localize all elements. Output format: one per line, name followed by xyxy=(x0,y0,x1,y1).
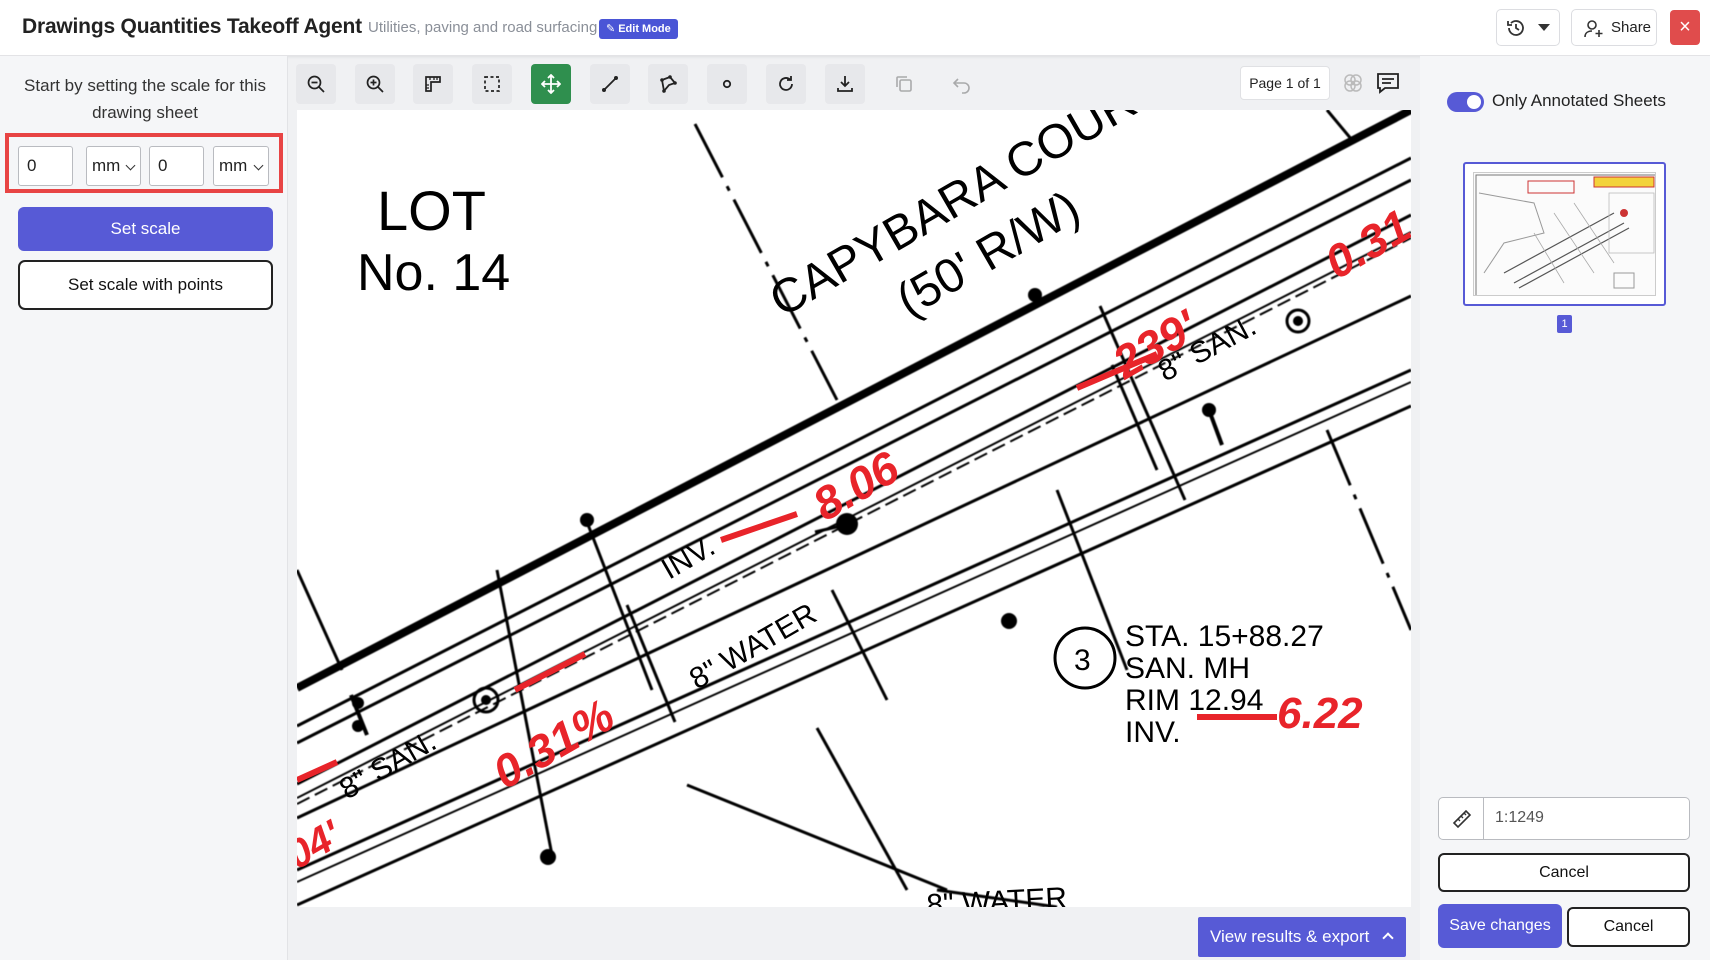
scale-real-unit-value: mm xyxy=(219,156,248,175)
share-button[interactable]: Share xyxy=(1571,9,1657,46)
toggle-knob xyxy=(1467,95,1481,109)
station-line-3: RIM 12.94 xyxy=(1125,684,1263,717)
station-line-1: STA. 15+88.27 xyxy=(1125,620,1324,653)
water-label-bottom: 8" WATER xyxy=(926,882,1068,907)
edit-mode-label: Edit Mode xyxy=(618,23,671,35)
set-scale-with-points-button[interactable]: Set scale with points xyxy=(18,260,273,310)
pan-move-button[interactable] xyxy=(531,64,571,104)
app-root: Drawings Quantities Takeoff Agent Utilit… xyxy=(0,0,1710,960)
only-annotated-label: Only Annotated Sheets xyxy=(1492,91,1666,110)
scale-instruction: Start by setting the scale for this draw… xyxy=(24,76,266,122)
elevation-red: 239' xyxy=(1103,299,1208,389)
close-button[interactable]: × xyxy=(1670,10,1700,45)
sheet-page-number: 1 xyxy=(1557,315,1572,333)
cancel-scale-button[interactable]: Cancel xyxy=(1438,853,1690,892)
lot-label-line2: No. 14 xyxy=(357,244,510,302)
station-line-4: INV. xyxy=(1125,716,1181,749)
zoom-out-button[interactable] xyxy=(296,64,336,104)
scale-real-value-input[interactable]: 0 xyxy=(149,146,204,186)
scale-input-group: 0 mm 0 mm xyxy=(5,133,283,193)
drawing-toolbar: Page 1 of 1 xyxy=(296,64,1410,104)
compare-sheets-icon[interactable] xyxy=(1342,72,1364,94)
undo-button[interactable] xyxy=(942,64,982,104)
history-icon xyxy=(1507,20,1524,36)
view-results-export-button[interactable]: View results & export xyxy=(1198,917,1406,957)
line-tool-icon xyxy=(602,76,618,92)
cancel-button[interactable]: Cancel xyxy=(1567,907,1690,947)
drawing-sheet: LOT No. 14 CAPYBARA COUR (50' R/W) INV. … xyxy=(297,110,1411,907)
pencil-icon: ✎ xyxy=(606,23,616,35)
line-measure-button[interactable] xyxy=(590,64,630,104)
only-annotated-toggle[interactable] xyxy=(1447,92,1484,112)
set-scale-button[interactable]: Set scale xyxy=(18,207,273,251)
download-icon xyxy=(837,76,853,92)
share-label: Share xyxy=(1611,19,1652,36)
zoom-in-button[interactable] xyxy=(355,64,395,104)
top-header: Drawings Quantities Takeoff Agent Utilit… xyxy=(0,0,1710,56)
circle-point-icon xyxy=(722,79,732,89)
lot-label-line1: LOT xyxy=(377,179,486,242)
length-red-left: 04' xyxy=(297,812,350,878)
sheet-thumbnail[interactable] xyxy=(1463,162,1666,306)
refresh-icon xyxy=(779,76,793,91)
scale-real-unit-select[interactable]: mm xyxy=(213,146,269,186)
history-dropdown[interactable] xyxy=(1496,9,1560,46)
scale-drawing-unit-value: mm xyxy=(92,156,121,175)
select-area-button[interactable] xyxy=(472,64,512,104)
inv-new-red: 6.22 xyxy=(1277,689,1363,738)
ruler-icon xyxy=(1452,809,1472,829)
copy-button[interactable] xyxy=(884,64,924,104)
chevron-down-icon xyxy=(125,160,136,171)
zoom-out-icon xyxy=(307,75,325,93)
scale-ratio-field[interactable]: 1:1249 xyxy=(1438,797,1690,840)
view-results-export-label: View results & export xyxy=(1210,927,1370,946)
selection-icon xyxy=(484,76,500,92)
slope-red-top: 0.31 xyxy=(1316,199,1411,289)
download-button[interactable] xyxy=(825,64,865,104)
sheets-panel: Only Annotated Sheets 1 1:1249 Cancel Sa… xyxy=(1420,56,1710,960)
slope-red: 0.31% xyxy=(484,688,623,798)
chevron-up-icon xyxy=(1382,932,1394,944)
scale-ratio-value: 1:1249 xyxy=(1495,809,1544,826)
polygon-tool-icon xyxy=(660,75,677,94)
ruler-corner-button[interactable] xyxy=(413,64,453,104)
scale-panel: Start by setting the scale for this draw… xyxy=(0,56,288,960)
water-label: 8" WATER xyxy=(684,597,822,696)
zoom-in-icon xyxy=(366,75,384,93)
station-number: 3 xyxy=(1074,644,1091,677)
station-line-2: SAN. MH xyxy=(1125,652,1250,685)
drawing-canvas[interactable]: LOT No. 14 CAPYBARA COUR (50' R/W) INV. … xyxy=(297,110,1411,907)
polygon-measure-button[interactable] xyxy=(648,64,688,104)
scale-drawing-value-input[interactable]: 0 xyxy=(18,146,73,186)
edit-mode-badge[interactable]: ✎ Edit Mode xyxy=(599,19,678,39)
undo-icon xyxy=(952,78,970,94)
sheet-thumbnail-preview xyxy=(1473,172,1656,296)
ruler-corner-icon xyxy=(425,76,441,92)
ruler-button[interactable] xyxy=(1439,798,1484,839)
save-changes-button[interactable]: Save changes xyxy=(1438,904,1562,948)
chevron-down-icon xyxy=(1538,24,1550,31)
copy-icon xyxy=(896,76,912,92)
count-point-button[interactable] xyxy=(707,64,747,104)
app-title: Drawings Quantities Takeoff Agent xyxy=(22,15,362,38)
chevron-down-icon xyxy=(253,160,264,171)
move-arrows-icon xyxy=(541,74,561,94)
add-user-icon xyxy=(1584,20,1603,38)
app-subtitle: Utilities, paving and road surfacing xyxy=(368,19,598,36)
scale-drawing-unit-select[interactable]: mm xyxy=(86,146,141,186)
page-indicator[interactable]: Page 1 of 1 xyxy=(1240,66,1330,100)
refresh-button[interactable] xyxy=(766,64,806,104)
comment-icon[interactable] xyxy=(1376,72,1400,94)
